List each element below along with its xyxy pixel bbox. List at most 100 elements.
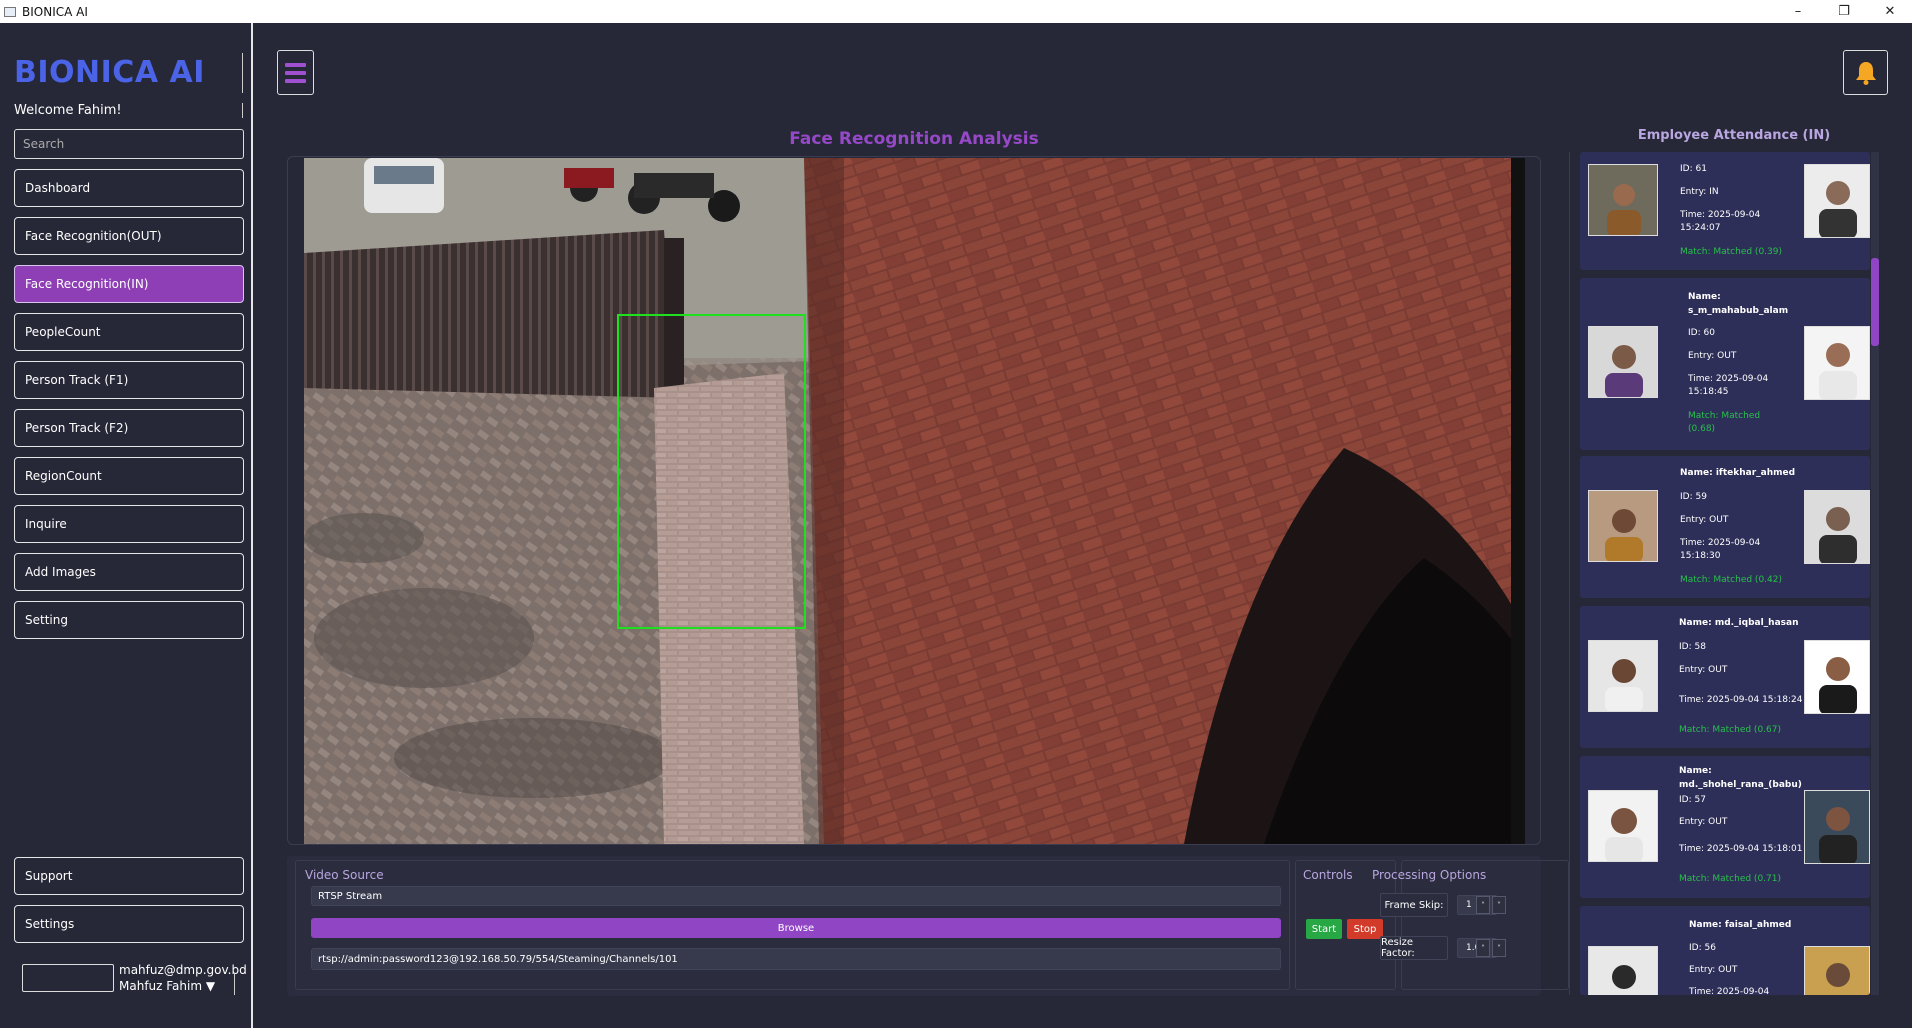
frame-skip-label: Frame Skip:	[1380, 893, 1448, 917]
stop-button[interactable]: Stop	[1347, 919, 1383, 939]
notifications-button[interactable]	[1843, 50, 1888, 95]
attendance-card: Name: faisal_ahmed ID: 56 Entry: OUT Tim…	[1580, 906, 1870, 995]
frame-skip-down-arrow[interactable]: ˅	[1492, 896, 1506, 914]
card-entry: Entry: OUT	[1680, 515, 1729, 525]
source-type-select[interactable]: RTSP Stream	[311, 886, 1281, 906]
divider	[234, 973, 235, 995]
app-icon	[4, 6, 16, 17]
card-time-cont: 15:24:07	[1680, 223, 1721, 233]
nav-region-count[interactable]: RegionCount	[14, 457, 244, 495]
reference-face-photo	[1804, 640, 1870, 714]
hamburger-icon-line	[285, 78, 306, 83]
video-letterbox	[1511, 158, 1525, 844]
attendance-card: Name: md._shohel_rana_(babu) ID: 57 Entr…	[1580, 756, 1870, 898]
window-title: BIONICA AI	[22, 4, 88, 19]
divider	[242, 53, 243, 93]
card-match-cont: (0.68)	[1688, 424, 1716, 434]
card-name-label: Name:	[1688, 292, 1721, 302]
nav-person-track-f1[interactable]: Person Track (F1)	[14, 361, 244, 399]
window-titlebar: BIONICA AI – ❐ ✕	[0, 0, 1912, 23]
card-time: Time: 2025-09-04	[1680, 210, 1761, 220]
captured-face-photo	[1588, 164, 1658, 236]
card-name: s_m_mahabub_alam	[1688, 306, 1789, 316]
card-time: Time: 2025-09-04 15:18:24	[1679, 695, 1803, 705]
card-time: Time: 2025-09-04 15:18:01	[1679, 844, 1803, 854]
start-button[interactable]: Start	[1306, 919, 1342, 939]
hamburger-icon-line	[285, 70, 306, 75]
card-id: ID: 60	[1688, 328, 1715, 338]
reference-face-photo	[1804, 946, 1870, 995]
attendance-card: ID: 61 Entry: IN Time: 2025-09-04 15:24:…	[1580, 152, 1870, 270]
card-id: ID: 56	[1689, 943, 1716, 953]
card-time-cont: 15:18:30	[1680, 551, 1721, 561]
nav-face-recognition-out[interactable]: Face Recognition(OUT)	[14, 217, 244, 255]
reference-face-photo	[1804, 490, 1870, 564]
nav-inquire[interactable]: Inquire	[14, 505, 244, 543]
card-match: Match: Matched (0.67)	[1679, 725, 1781, 735]
controls-panel: Video Source RTSP Stream Browse rtsp://a…	[287, 856, 1569, 996]
resize-factor-down-arrow[interactable]: ˅	[1492, 939, 1506, 957]
hamburger-menu-button[interactable]	[277, 50, 314, 95]
card-name: Name: iftekhar_ahmed	[1680, 468, 1796, 478]
nav-face-recognition-in[interactable]: Face Recognition(IN)	[14, 265, 244, 303]
attendance-card: Name: s_m_mahabub_alam ID: 60 Entry: OUT…	[1580, 278, 1870, 450]
maximize-button[interactable]: ❐	[1822, 0, 1866, 23]
captured-face-photo	[1588, 490, 1658, 562]
resize-factor-label: Resize Factor:	[1380, 936, 1448, 960]
nav-settings[interactable]: Settings	[14, 905, 244, 943]
camera-frame	[304, 158, 1525, 844]
card-name: Name: md._iqbal_hasan	[1679, 618, 1799, 628]
divider	[242, 103, 243, 118]
bell-icon	[1855, 61, 1876, 85]
attendance-card: Name: iftekhar_ahmed ID: 59 Entry: OUT T…	[1580, 456, 1870, 598]
card-time: Time: 2025-09-04	[1688, 374, 1769, 384]
card-entry: Entry: IN	[1680, 187, 1719, 197]
attendance-scrollbar-thumb[interactable]	[1871, 258, 1879, 346]
controls-title: Controls	[1303, 868, 1353, 882]
reference-face-photo	[1804, 326, 1870, 400]
frame-skip-up-arrow[interactable]: ˄	[1476, 896, 1490, 914]
card-time: Time: 2025-09-04	[1689, 987, 1770, 995]
nav-people-count[interactable]: PeopleCount	[14, 313, 244, 351]
card-time: Time: 2025-09-04	[1680, 538, 1761, 548]
sidebar: BIONICA AI Welcome Fahim! Dashboard Face…	[0, 23, 253, 1028]
card-id: ID: 61	[1680, 164, 1707, 174]
card-match: Match: Matched (0.71)	[1679, 874, 1781, 884]
nav-person-track-f2[interactable]: Person Track (F2)	[14, 409, 244, 447]
captured-face-photo	[1588, 326, 1658, 398]
nav-support[interactable]: Support	[14, 857, 244, 895]
reference-face-photo	[1804, 790, 1870, 864]
nav-setting[interactable]: Setting	[14, 601, 244, 639]
card-id: ID: 57	[1679, 795, 1706, 805]
reference-face-photo	[1804, 164, 1870, 238]
avatar[interactable]	[22, 964, 114, 992]
nav-add-images[interactable]: Add Images	[14, 553, 244, 591]
card-entry: Entry: OUT	[1679, 665, 1728, 675]
user-menu-dropdown[interactable]: Mahfuz Fahim ▼	[119, 979, 215, 993]
browse-button[interactable]: Browse	[311, 918, 1281, 938]
welcome-text: Welcome Fahim!	[14, 103, 122, 118]
minimize-button[interactable]: –	[1776, 0, 1820, 23]
captured-face-photo	[1588, 640, 1658, 712]
nav-dashboard[interactable]: Dashboard	[14, 169, 244, 207]
video-feed	[304, 158, 1525, 844]
card-id: ID: 59	[1680, 492, 1707, 502]
card-entry: Entry: OUT	[1679, 817, 1728, 827]
video-source-title: Video Source	[305, 868, 384, 882]
processing-options-title: Processing Options	[1372, 868, 1487, 882]
card-entry: Entry: OUT	[1689, 965, 1738, 975]
card-time-cont: 15:18:45	[1688, 387, 1729, 397]
card-name: Name: faisal_ahmed	[1689, 920, 1792, 930]
hamburger-icon	[285, 62, 306, 67]
card-match: Match: Matched (0.39)	[1680, 247, 1782, 257]
close-button[interactable]: ✕	[1868, 0, 1912, 23]
card-name: md._shohel_rana_(babu)	[1679, 780, 1802, 790]
card-match: Match: Matched (0.42)	[1680, 575, 1782, 585]
attendance-card: Name: md._iqbal_hasan ID: 58 Entry: OUT …	[1580, 606, 1870, 748]
rtsp-url-input[interactable]: rtsp://admin:password123@192.168.50.79/5…	[311, 948, 1281, 970]
user-email: mahfuz@dmp.gov.bd	[119, 963, 247, 977]
resize-factor-up-arrow[interactable]: ˄	[1476, 939, 1490, 957]
card-id: ID: 58	[1679, 642, 1706, 652]
search-input[interactable]	[14, 129, 244, 159]
card-entry: Entry: OUT	[1688, 351, 1737, 361]
